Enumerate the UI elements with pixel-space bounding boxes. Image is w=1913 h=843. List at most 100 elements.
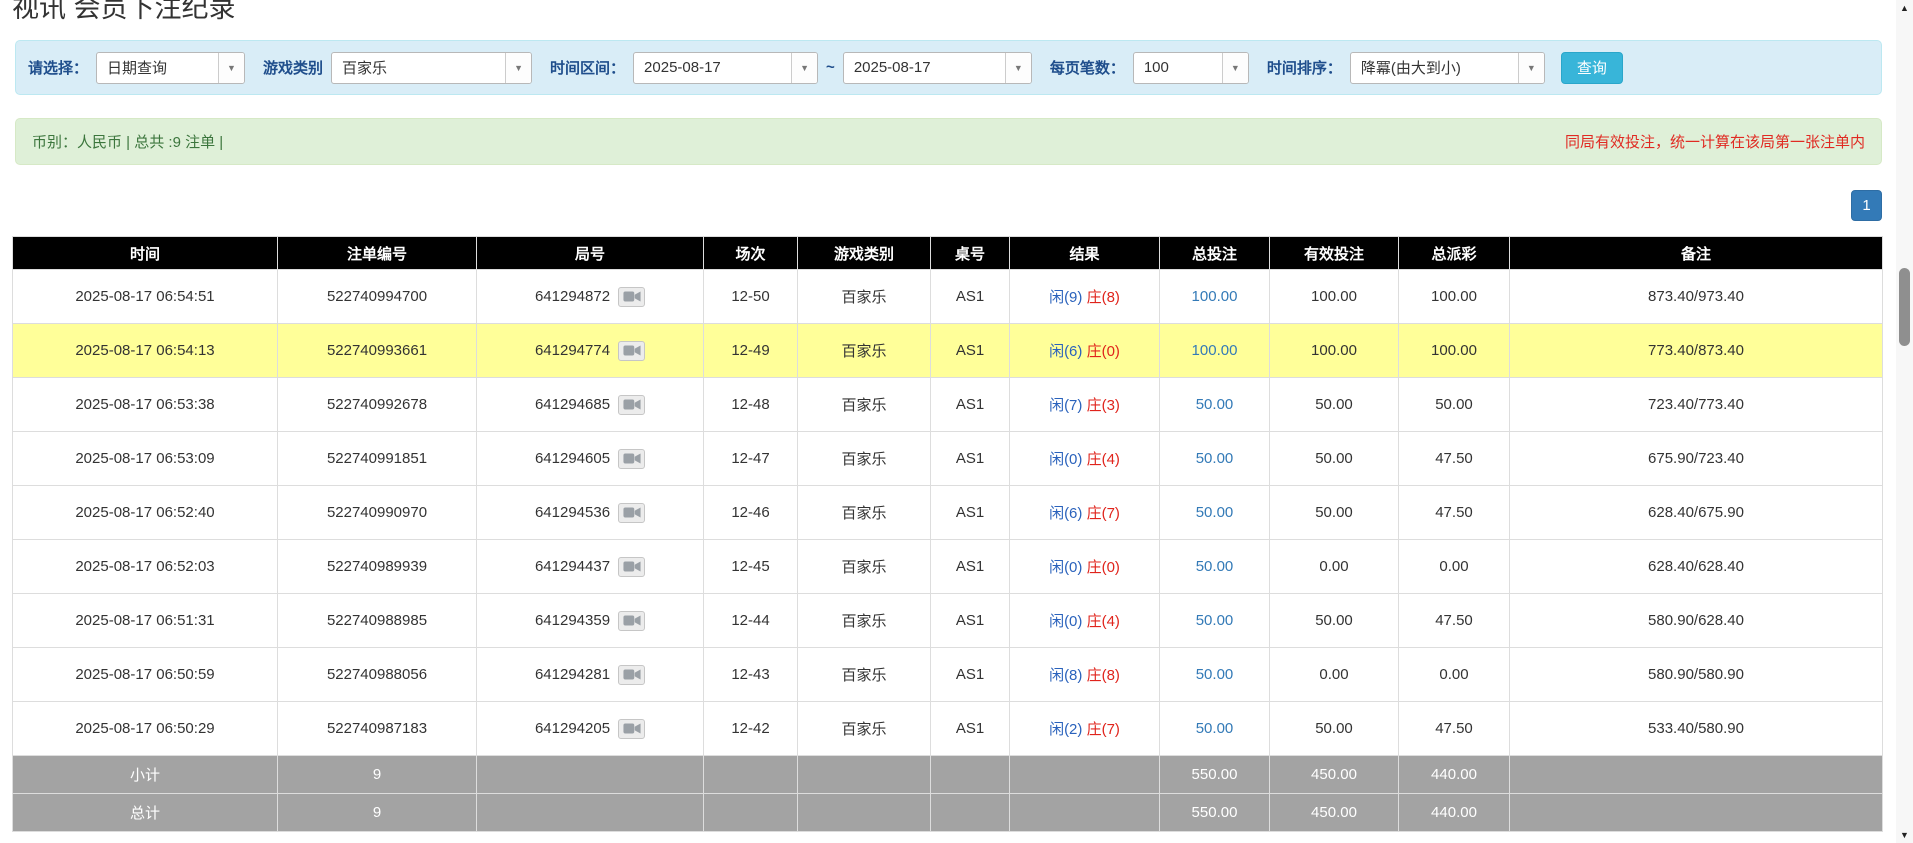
cell-result: 闲(0) 庄(4) xyxy=(1010,594,1160,648)
date-to-select[interactable]: 2025-08-17 ▼ xyxy=(843,52,1032,84)
video-replay-icon[interactable] xyxy=(618,287,645,307)
round-number: 641294774 xyxy=(535,342,610,359)
cell-valid-bet: 0.00 xyxy=(1270,540,1399,594)
table-row: 2025-08-17 06:53:38522740992678641294685… xyxy=(13,378,1883,432)
scrollbar-thumb[interactable] xyxy=(1899,268,1910,346)
cell-note: 723.40/773.40 xyxy=(1510,378,1883,432)
total-bet-link[interactable]: 50.00 xyxy=(1196,612,1234,629)
cell-table-no: AS1 xyxy=(931,378,1010,432)
chevron-down-icon[interactable]: ▼ xyxy=(791,53,817,83)
date-from-select[interactable]: 2025-08-17 ▼ xyxy=(633,52,818,84)
video-replay-icon[interactable] xyxy=(618,557,645,577)
total-bet-link[interactable]: 50.00 xyxy=(1196,558,1234,575)
table-summary: 小计 9 550.00 450.00 440.00 总计 9 xyxy=(13,756,1883,832)
scroll-up-icon[interactable]: ▲ xyxy=(1896,0,1913,16)
round-number: 641294685 xyxy=(535,396,610,413)
cell-session: 12-44 xyxy=(704,594,798,648)
empty-cell xyxy=(704,794,798,832)
cell-round: 641294437 xyxy=(477,540,704,594)
total-bet-link[interactable]: 50.00 xyxy=(1196,396,1234,413)
cell-valid-bet: 50.00 xyxy=(1270,432,1399,486)
header-result: 结果 xyxy=(1010,237,1160,270)
page: 视讯 会员下注纪录 请选择： 日期查询 ▼ 游戏类别 百家乐 ▼ 时间区间： 2… xyxy=(0,0,1913,843)
header-note: 备注 xyxy=(1510,237,1883,270)
sort-order-value: 降冪(由大到小) xyxy=(1351,53,1518,83)
header-time: 时间 xyxy=(13,237,278,270)
cell-round: 641294872 xyxy=(477,270,704,324)
cell-time: 2025-08-17 06:50:59 xyxy=(13,648,278,702)
cell-result: 闲(6) 庄(0) xyxy=(1010,324,1160,378)
table-body: 2025-08-17 06:54:51522740994700641294872… xyxy=(13,270,1883,756)
cell-total-bet: 50.00 xyxy=(1160,594,1270,648)
page-size-select[interactable]: 100 ▼ xyxy=(1133,52,1249,84)
total-bet-link[interactable]: 50.00 xyxy=(1196,720,1234,737)
cell-note: 533.40/580.90 xyxy=(1510,702,1883,756)
cell-bet-id: 522740991851 xyxy=(278,432,477,486)
total-bet-link[interactable]: 100.00 xyxy=(1192,288,1238,305)
cell-bet-id: 522740988985 xyxy=(278,594,477,648)
valid-bet-notice-text: 同局有效投注，统一计算在该局第一张注单内 xyxy=(1565,131,1865,152)
result-banker: 庄(8) xyxy=(1087,667,1120,684)
cell-payout: 50.00 xyxy=(1399,378,1510,432)
video-replay-icon[interactable] xyxy=(618,719,645,739)
game-type-select[interactable]: 百家乐 ▼ xyxy=(331,52,532,84)
empty-cell xyxy=(798,756,931,794)
cell-game-type: 百家乐 xyxy=(798,432,931,486)
total-bet-link[interactable]: 100.00 xyxy=(1192,342,1238,359)
cell-valid-bet: 50.00 xyxy=(1270,594,1399,648)
total-payout: 440.00 xyxy=(1399,794,1510,832)
cell-session: 12-49 xyxy=(704,324,798,378)
cell-payout: 100.00 xyxy=(1399,324,1510,378)
subtotal-total-bet: 550.00 xyxy=(1160,756,1270,794)
video-replay-icon[interactable] xyxy=(618,341,645,361)
total-bet-link[interactable]: 50.00 xyxy=(1196,450,1234,467)
round-number: 641294872 xyxy=(535,288,610,305)
cell-time: 2025-08-17 06:50:29 xyxy=(13,702,278,756)
result-player: 闲(6) xyxy=(1049,343,1082,360)
cell-bet-id: 522740990970 xyxy=(278,486,477,540)
pagination-page-1[interactable]: 1 xyxy=(1851,190,1882,221)
cell-round: 641294685 xyxy=(477,378,704,432)
cell-table-no: AS1 xyxy=(931,270,1010,324)
search-button[interactable]: 查询 xyxy=(1561,52,1623,84)
empty-cell xyxy=(931,794,1010,832)
cell-result: 闲(6) 庄(7) xyxy=(1010,486,1160,540)
empty-cell xyxy=(477,794,704,832)
chevron-down-icon[interactable]: ▼ xyxy=(1518,53,1544,83)
header-bet-id: 注单编号 xyxy=(278,237,477,270)
cell-note: 628.40/675.90 xyxy=(1510,486,1883,540)
chevron-down-icon[interactable]: ▼ xyxy=(218,53,244,83)
cell-valid-bet: 50.00 xyxy=(1270,702,1399,756)
chevron-down-icon[interactable]: ▼ xyxy=(505,53,531,83)
video-replay-icon[interactable] xyxy=(618,395,645,415)
scroll-down-icon[interactable]: ▼ xyxy=(1896,827,1913,843)
header-table-no: 桌号 xyxy=(931,237,1010,270)
sort-order-select[interactable]: 降冪(由大到小) ▼ xyxy=(1350,52,1545,84)
chevron-down-icon[interactable]: ▼ xyxy=(1222,53,1248,83)
table-row: 2025-08-17 06:52:40522740990970641294536… xyxy=(13,486,1883,540)
cell-result: 闲(9) 庄(8) xyxy=(1010,270,1160,324)
cell-game-type: 百家乐 xyxy=(798,270,931,324)
cell-valid-bet: 50.00 xyxy=(1270,486,1399,540)
table-header: 时间 注单编号 局号 场次 游戏类别 桌号 结果 总投注 有效投注 总派彩 备注 xyxy=(13,237,1883,270)
chevron-down-icon[interactable]: ▼ xyxy=(1005,53,1031,83)
video-replay-icon[interactable] xyxy=(618,449,645,469)
sort-order-label: 时间排序： xyxy=(1267,57,1342,78)
cell-table-no: AS1 xyxy=(931,648,1010,702)
query-type-select[interactable]: 日期查询 ▼ xyxy=(96,52,245,84)
empty-cell xyxy=(477,756,704,794)
video-replay-icon[interactable] xyxy=(618,503,645,523)
vertical-scrollbar[interactable]: ▲ ▼ xyxy=(1896,0,1913,843)
date-separator: ~ xyxy=(826,59,835,76)
round-number: 641294359 xyxy=(535,612,610,629)
cell-round: 641294281 xyxy=(477,648,704,702)
date-to-value: 2025-08-17 xyxy=(844,53,1005,83)
filter-bar: 请选择： 日期查询 ▼ 游戏类别 百家乐 ▼ 时间区间： 2025-08-17 … xyxy=(15,40,1882,95)
total-bet-link[interactable]: 50.00 xyxy=(1196,666,1234,683)
video-replay-icon[interactable] xyxy=(618,665,645,685)
cell-total-bet: 50.00 xyxy=(1160,702,1270,756)
video-replay-icon[interactable] xyxy=(618,611,645,631)
subtotal-valid-bet: 450.00 xyxy=(1270,756,1399,794)
total-bet-link[interactable]: 50.00 xyxy=(1196,504,1234,521)
cell-game-type: 百家乐 xyxy=(798,324,931,378)
